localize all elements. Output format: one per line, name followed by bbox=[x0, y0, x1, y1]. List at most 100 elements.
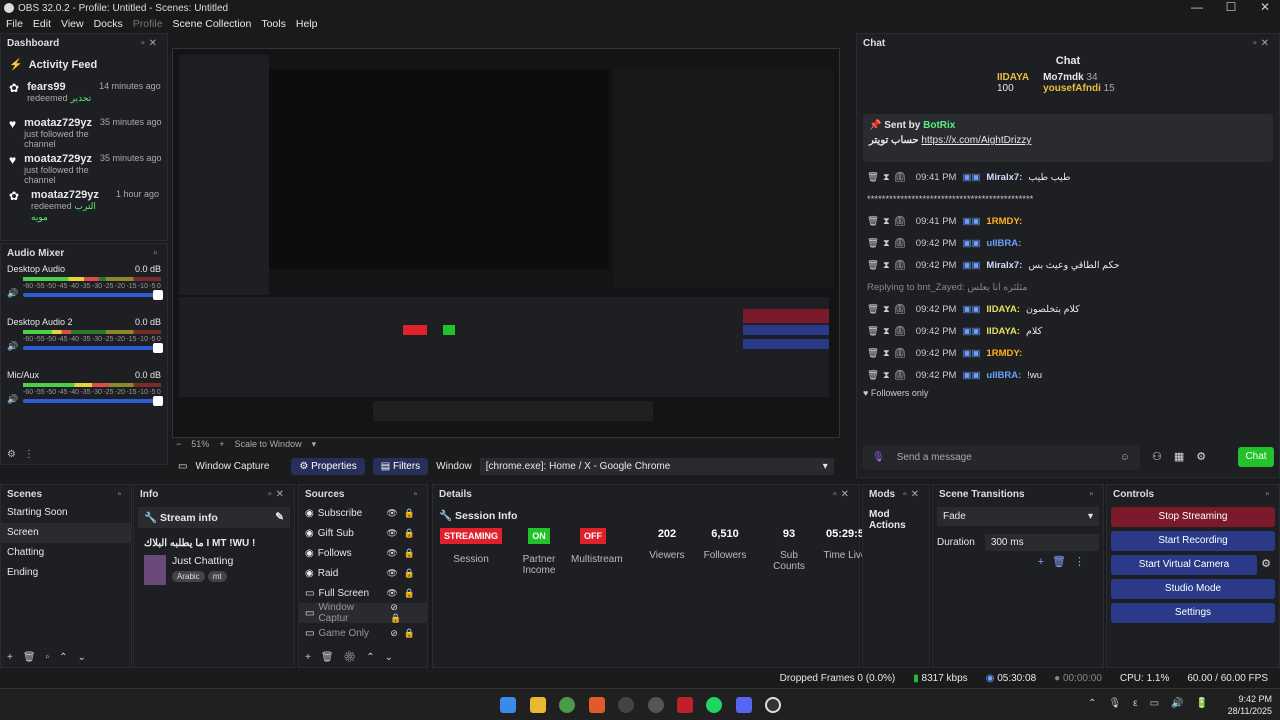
chat-username[interactable]: 1RMDY: bbox=[986, 216, 1022, 227]
transition-buttons[interactable]: +🗑⋮ bbox=[933, 555, 1103, 568]
leader-1[interactable]: IIDAYA 100 bbox=[997, 72, 1029, 110]
visibility-lock-icons[interactable]: ⊘🔒 bbox=[390, 628, 421, 639]
chat-message[interactable]: 🗑⧗⏲ 09:42 PM ▣▣ uIIBRA: !wu bbox=[857, 364, 1279, 386]
dock-controls[interactable]: ▫ bbox=[117, 489, 125, 500]
scene-item[interactable]: Starting Soon bbox=[1, 503, 131, 523]
activity-item[interactable]: ✿ moataz729yz redeemed الترب مويه 1 hour ago bbox=[1, 185, 167, 222]
brave-icon[interactable] bbox=[589, 697, 605, 713]
activity-item[interactable]: ♥ moataz729yz just followed the channel 35 … bbox=[1, 149, 167, 185]
spotify-icon[interactable] bbox=[706, 697, 722, 713]
activity-item[interactable]: ✿ fears99 redeemed تحذير 14 minutes ago bbox=[1, 77, 167, 113]
chevron-down-icon[interactable]: ▾ bbox=[312, 439, 317, 450]
dock-controls[interactable]: ▫✕ bbox=[833, 489, 853, 500]
system-tray[interactable]: ⌃🎙ε▭🔊🔋 bbox=[1088, 698, 1220, 709]
maximize-button[interactable]: ☐ bbox=[1216, 0, 1246, 14]
menu-docks[interactable]: Docks bbox=[94, 18, 123, 30]
leader-2[interactable]: Mo7mdk 34 yousefAfndi 15 bbox=[1043, 72, 1115, 110]
settings-button[interactable]: Settings bbox=[1111, 603, 1275, 623]
discord-icon[interactable] bbox=[736, 697, 752, 713]
chrome-icon[interactable] bbox=[559, 697, 575, 713]
chat-message[interactable]: 🗑⧗⏲ 09:42 PM ▣▣ IIDAYA: كلام بتخلصون bbox=[857, 298, 1279, 320]
menu-help[interactable]: Help bbox=[296, 18, 318, 30]
source-item[interactable]: ◉ Gift Sub 👁🔒 bbox=[299, 523, 427, 543]
mod-action-icons[interactable]: 🗑⧗⏲ bbox=[867, 348, 910, 359]
emoji-icon[interactable]: ☺ bbox=[1120, 452, 1130, 463]
dock-controls[interactable]: ▫✕ bbox=[903, 489, 923, 500]
pinned-link[interactable]: https://x.com/AightDrizzy bbox=[921, 135, 1031, 146]
dock-controls[interactable]: ▫ bbox=[1089, 489, 1097, 500]
visibility-lock-icons[interactable]: 👁🔒 bbox=[386, 568, 421, 579]
visibility-lock-icons[interactable]: 👁🔒 bbox=[386, 588, 421, 599]
app-icon[interactable] bbox=[677, 697, 693, 713]
speaker-icon[interactable]: 🔊 bbox=[7, 394, 18, 405]
scene-item[interactable]: Chatting bbox=[1, 543, 131, 563]
studio-mode-button[interactable]: Studio Mode bbox=[1111, 579, 1275, 599]
obs-icon[interactable] bbox=[765, 697, 781, 713]
chat-message[interactable]: 🗑⧗⏲ 09:41 PM ▣▣ Miralx7: طيب طيب bbox=[857, 166, 1279, 188]
clock[interactable]: 9:42 PM 28/11/2025 bbox=[1228, 693, 1272, 717]
filters-button[interactable]: ▤ Filters bbox=[372, 457, 429, 475]
chat-username[interactable]: uIIBRA: bbox=[986, 370, 1021, 381]
chat-input[interactable]: 🎙 Send a message ☺ bbox=[862, 445, 1140, 470]
stop-streaming-button[interactable]: Stop Streaming bbox=[1111, 507, 1275, 527]
visibility-lock-icons[interactable]: 👁🔒 bbox=[386, 548, 421, 559]
window-select[interactable]: [chrome.exe]: Home / X - Google Chrome ▾ bbox=[479, 457, 834, 475]
mod-action-icons[interactable]: 🗑⧗⏲ bbox=[867, 216, 910, 227]
chat-message[interactable]: 🗑⧗⏲ 09:41 PM ▣▣ 1RMDY: bbox=[857, 210, 1279, 232]
visibility-lock-icons[interactable]: 👁🔒 bbox=[386, 528, 421, 539]
source-item[interactable]: ▭ Full Screen 👁🔒 bbox=[299, 583, 427, 603]
dock-controls[interactable]: ▫ bbox=[153, 248, 161, 259]
scene-item[interactable]: Screen bbox=[1, 523, 131, 543]
scene-toolbar[interactable]: +🗑▫⌃⌄ bbox=[7, 652, 96, 663]
speaker-icon[interactable]: 🔊 bbox=[7, 341, 18, 352]
dock-controls[interactable]: ▫✕ bbox=[1253, 38, 1273, 49]
menu-view[interactable]: View bbox=[61, 18, 84, 30]
chat-username[interactable]: 1RMDY: bbox=[986, 348, 1022, 359]
chat-message[interactable]: 🗑⧗⏲ 09:42 PM ▣▣ Miralx7: حكم الطاقي وعيث بس bbox=[857, 254, 1279, 276]
chat-username[interactable]: IIDAYA: bbox=[986, 326, 1020, 337]
app-icon[interactable] bbox=[648, 697, 664, 713]
mod-action-icons[interactable]: 🗑⧗⏲ bbox=[867, 238, 910, 249]
chat-message[interactable]: 🗑⧗⏲ 09:42 PM ▣▣ uIIBRA: bbox=[857, 232, 1279, 254]
source-item[interactable]: ▭ Window Captur ⊘🔒 bbox=[299, 602, 427, 624]
chat-actions[interactable]: ⚇▦⚙ bbox=[1152, 450, 1218, 463]
source-item[interactable]: ◉ Subscribe 👁🔒 bbox=[299, 503, 427, 523]
scale-mode[interactable]: Scale to Window bbox=[235, 439, 302, 450]
minimize-button[interactable]: — bbox=[1182, 0, 1212, 14]
dock-controls[interactable]: ▫✕ bbox=[268, 489, 288, 500]
menu-profile[interactable]: Profile bbox=[133, 18, 163, 30]
source-toolbar-buttons[interactable]: +🗑⚙⌃⌄ bbox=[305, 652, 403, 663]
pinned-message[interactable]: 📌 Sent by BotRix حساب تويتر https://x.co… bbox=[863, 114, 1273, 162]
zoom-out-icon[interactable]: − bbox=[176, 439, 181, 450]
chat-message[interactable]: 🗑⧗⏲ 09:42 PM ▣▣ 1RMDY: bbox=[857, 342, 1279, 364]
chat-message[interactable]: ****************************************… bbox=[857, 188, 1279, 210]
program-preview[interactable] bbox=[172, 48, 840, 438]
visibility-lock-icons[interactable]: 👁🔒 bbox=[386, 508, 421, 519]
menu-scene-collection[interactable]: Scene Collection bbox=[173, 18, 252, 30]
mod-action-icons[interactable]: 🗑⧗⏲ bbox=[867, 326, 910, 337]
transition-select[interactable]: Fade ▾ bbox=[937, 507, 1099, 526]
start-recording-button[interactable]: Start Recording bbox=[1111, 531, 1275, 551]
dock-controls[interactable]: ▫ bbox=[1265, 489, 1273, 500]
close-button[interactable]: ✕ bbox=[1250, 0, 1280, 14]
visibility-lock-icons[interactable]: ⊘🔒 bbox=[390, 602, 421, 624]
chat-username[interactable]: Miralx7: bbox=[986, 172, 1022, 183]
dock-controls[interactable]: ▫ bbox=[413, 489, 421, 500]
speaker-icon[interactable]: 🔊 bbox=[7, 288, 18, 299]
volume-slider[interactable] bbox=[23, 396, 163, 406]
mixer-settings-icon[interactable]: ⚙⋮ bbox=[7, 449, 42, 460]
chat-username[interactable]: Miralx7: bbox=[986, 260, 1022, 271]
volume-slider[interactable] bbox=[23, 343, 163, 353]
start-virtual-camera-button[interactable]: Start Virtual Camera bbox=[1111, 555, 1257, 575]
chat-send-button[interactable]: Chat bbox=[1238, 447, 1274, 467]
mod-action-icons[interactable]: 🗑⧗⏲ bbox=[867, 370, 910, 381]
activity-item[interactable]: ♥ moataz729yz just followed the channel 35 … bbox=[1, 113, 167, 149]
menu-edit[interactable]: Edit bbox=[33, 18, 51, 30]
file-explorer-icon[interactable] bbox=[530, 697, 546, 713]
source-item[interactable]: ◉ Follows 👁🔒 bbox=[299, 543, 427, 563]
source-item[interactable]: ◉ Raid 👁🔒 bbox=[299, 563, 427, 583]
dock-controls[interactable]: ▫✕ bbox=[141, 38, 161, 49]
virtual-camera-gear-icon[interactable]: ⚙ bbox=[1261, 557, 1271, 570]
volume-slider[interactable] bbox=[23, 290, 163, 300]
chat-username[interactable]: uIIBRA: bbox=[986, 238, 1021, 249]
